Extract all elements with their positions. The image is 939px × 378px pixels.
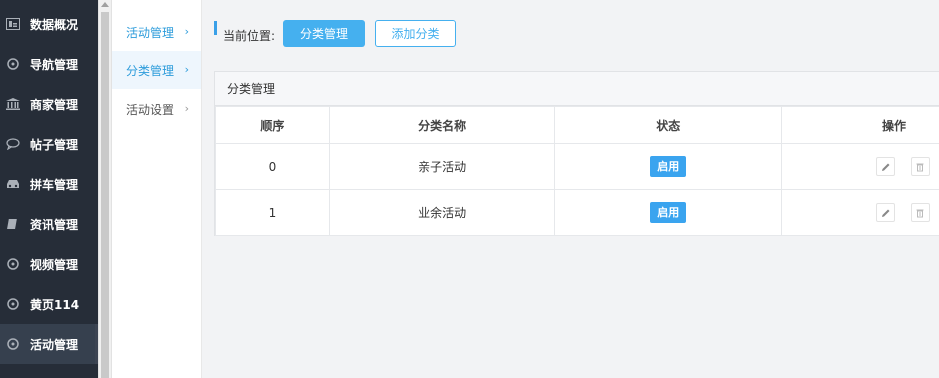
sidebar-item-news[interactable]: 资讯管理 [0, 204, 98, 244]
compass-icon [6, 337, 20, 351]
submenu-item-activity[interactable]: 活动管理 › [112, 13, 201, 51]
row-order: 0 [215, 143, 330, 190]
row-actions [781, 143, 939, 190]
table-row: 1 业余活动 启用 [215, 189, 939, 236]
submenu-item-settings[interactable]: 活动设置 › [112, 90, 201, 128]
bank-icon [6, 97, 20, 111]
column-header-name[interactable]: 分类名称 [328, 106, 556, 144]
row-status-cell: 启用 [554, 189, 783, 236]
sidebar-item-yellow-pages[interactable]: 黄页114 [0, 284, 98, 324]
category-table: 顺序 分类名称 状态 操作 0 亲子活动 启用 1 业余活动 启用 [215, 106, 939, 236]
edit-button[interactable] [876, 203, 896, 222]
sidebar-item-posts[interactable]: 帖子管理 [0, 124, 98, 164]
row-order: 1 [215, 189, 330, 236]
sidebar-item-merchant[interactable]: 商家管理 [0, 84, 98, 124]
delete-button[interactable] [910, 157, 930, 176]
pencil-icon [881, 163, 890, 171]
chevron-right-icon: › [184, 102, 189, 115]
table-header-row: 顺序 分类名称 状态 操作 [215, 106, 939, 144]
current-category-button[interactable]: 分类管理 [283, 20, 365, 47]
sidebar-item-data-overview[interactable]: 数据概况 [0, 4, 98, 44]
sidebar-item-label: 视频管理 [30, 257, 79, 272]
sidebar-item-label: 活动管理 [30, 337, 79, 352]
table-row: 0 亲子活动 启用 [215, 143, 939, 190]
column-header-status[interactable]: 状态 [554, 106, 783, 144]
sidebar-item-label: 商家管理 [30, 97, 79, 112]
trash-icon [916, 209, 924, 217]
sidebar-item-label: 拼车管理 [30, 177, 79, 192]
main-sidebar: 数据概况 导航管理 商家管理 帖子管理 拼车管理 资讯管理 视频管理 黄页114… [0, 0, 98, 378]
comment-icon [6, 137, 20, 151]
row-status-cell: 启用 [554, 143, 783, 190]
chevron-right-icon: › [184, 63, 189, 76]
row-name: 业余活动 [328, 189, 556, 236]
sidebar-item-carpool[interactable]: 拼车管理 [0, 164, 98, 204]
book-icon [6, 217, 20, 231]
chevron-right-icon: › [184, 25, 189, 38]
status-badge[interactable]: 启用 [650, 156, 687, 177]
add-category-button[interactable]: 添加分类 [375, 20, 456, 47]
status-badge[interactable]: 启用 [650, 202, 687, 223]
row-actions [781, 189, 939, 236]
sidebar-item-label: 导航管理 [30, 57, 79, 72]
column-header-actions: 操作 [781, 106, 939, 144]
scroll-up-icon[interactable] [101, 2, 109, 7]
pencil-icon [881, 209, 890, 217]
breadcrumb-label: 当前位置: [223, 29, 276, 43]
submenu-item-label: 活动设置 [126, 102, 175, 117]
trash-icon [916, 163, 924, 171]
compass-icon [6, 57, 20, 71]
row-name: 亲子活动 [328, 143, 556, 190]
category-panel: 分类管理 顺序 分类名称 状态 操作 0 亲子活动 启用 1 业余活动 启用 [214, 71, 939, 236]
sidebar-item-label: 帖子管理 [30, 137, 79, 152]
panel-title: 分类管理 [215, 72, 939, 106]
sidebar-item-video[interactable]: 视频管理 [0, 244, 98, 284]
submenu-item-label: 分类管理 [126, 63, 175, 78]
sidebar-scrollbar[interactable] [98, 0, 112, 378]
submenu-item-label: 活动管理 [126, 25, 175, 40]
submenu-item-category[interactable]: 分类管理 › [112, 51, 201, 89]
sidebar-item-nav[interactable]: 导航管理 [0, 44, 98, 84]
compass-icon [6, 257, 20, 271]
edit-button[interactable] [876, 157, 896, 176]
delete-button[interactable] [910, 203, 930, 222]
sidebar-item-label: 资讯管理 [30, 217, 79, 232]
sidebar-item-label: 黄页114 [30, 297, 80, 312]
car-icon [6, 177, 20, 191]
chart-icon [6, 17, 20, 31]
main-content: 当前位置: 分类管理 添加分类 分类管理 顺序 分类名称 状态 操作 0 亲子活… [202, 0, 939, 378]
column-header-order[interactable]: 顺序 [215, 106, 330, 144]
scroll-thumb[interactable] [101, 12, 109, 378]
sidebar-item-activity[interactable]: 活动管理 [0, 324, 98, 364]
submenu: 活动管理 › 分类管理 › 活动设置 › [112, 0, 202, 378]
breadcrumb-marker [214, 21, 217, 35]
sidebar-item-label: 数据概况 [30, 17, 79, 32]
compass-icon [6, 297, 20, 311]
